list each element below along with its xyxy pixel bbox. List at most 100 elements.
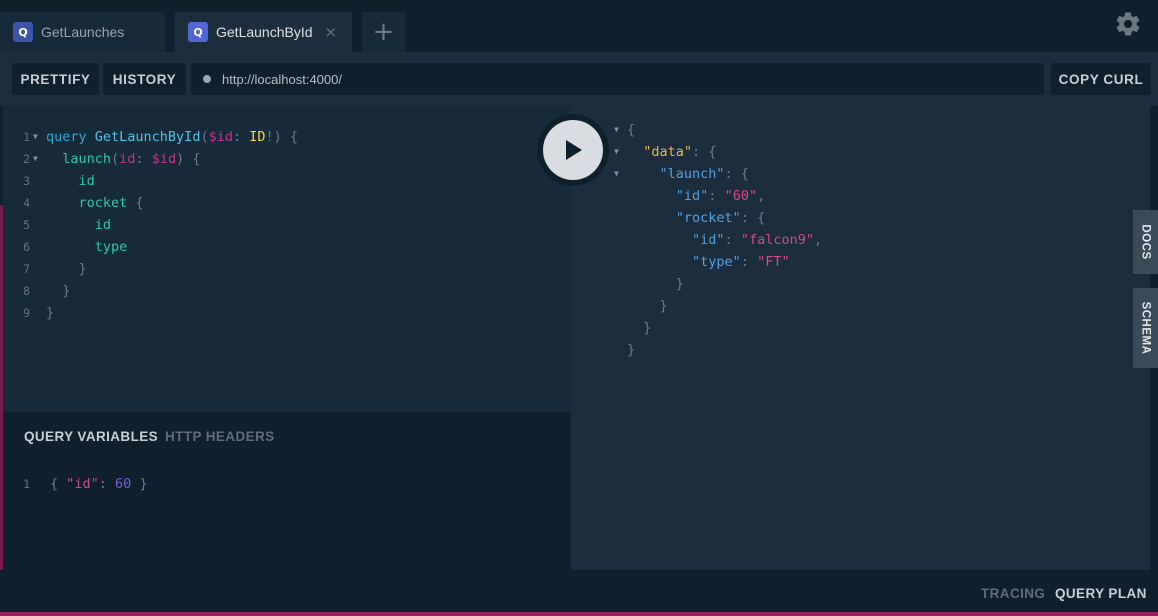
code-line: 5 id [3, 214, 571, 236]
code-token: : { [724, 166, 749, 182]
add-tab-button[interactable]: + [362, 12, 405, 52]
code-text: id [46, 214, 111, 236]
code-token: rocket [46, 195, 128, 211]
code-token: query [46, 129, 95, 145]
result-line: "id": "60", [571, 185, 1131, 207]
code-token: id [119, 151, 136, 167]
code-token: : [724, 232, 741, 248]
fold-arrow-icon[interactable]: ▼ [33, 126, 38, 148]
schema-tab[interactable]: SCHEMA [1133, 288, 1158, 368]
code-token: : { [740, 210, 766, 226]
code-token: "data" [643, 144, 693, 160]
code-line: 6 type [3, 236, 571, 258]
code-token: "launch" [659, 166, 725, 182]
result-text: "id": "falcon9", [627, 229, 822, 251]
code-token: $id [151, 151, 177, 167]
code-token: : [98, 476, 116, 492]
prettify-button[interactable]: PRETTIFY [12, 63, 99, 95]
query-icon: Q [13, 22, 33, 42]
query-icon: Q [188, 22, 208, 42]
code-token: } [46, 261, 87, 277]
tab-getlaunches[interactable]: Q GetLaunches [0, 12, 165, 52]
code-text: rocket { [46, 192, 144, 214]
result-text: "launch": { [627, 163, 749, 185]
code-token: "id" [692, 232, 725, 248]
code-line: 2 ▼ launch(id: $id) { [3, 148, 571, 170]
code-text: } [46, 302, 54, 324]
result-text: "type": "FT" [627, 251, 790, 273]
code-token: GetLaunchById [94, 129, 201, 145]
result-line: } [571, 273, 1131, 295]
code-token: , [813, 232, 823, 248]
code-token: } [627, 320, 652, 336]
run-query-button[interactable] [537, 114, 609, 186]
code-token: !) { [265, 129, 299, 145]
history-button[interactable]: HISTORY [103, 63, 186, 95]
result-line: ▼{ [571, 119, 1131, 141]
code-line: 4 rocket { [3, 192, 571, 214]
fold-arrow-icon[interactable]: ▼ [33, 148, 38, 170]
toolbar: PRETTIFY HISTORY http://localhost:4000/ … [0, 52, 1158, 106]
line-number: 3 [23, 174, 30, 188]
code-line: 1 { "id": 60 } [3, 473, 571, 495]
code-line: 9} [3, 302, 571, 324]
result-text: } [627, 295, 668, 317]
copy-curl-button[interactable]: COPY CURL [1051, 63, 1151, 95]
window-edge-bottom [0, 612, 1158, 616]
code-text: type [46, 236, 128, 258]
fold-arrow-icon[interactable]: ▼ [614, 119, 619, 141]
code-token: ) { [176, 151, 201, 167]
code-text: id [46, 170, 95, 192]
line-number: 9 [23, 306, 30, 320]
code-token: type [46, 239, 128, 255]
app-frame: Q GetLaunches Q GetLaunchById × + PRETTI… [0, 0, 1158, 616]
code-token: "id" [675, 188, 709, 204]
result-line: "type": "FT" [571, 251, 1131, 273]
code-token: ( [200, 129, 209, 145]
code-token: } [131, 476, 148, 492]
endpoint-url-input[interactable]: http://localhost:4000/ [191, 63, 1044, 95]
code-token: "FT" [757, 254, 790, 270]
line-number: 8 [23, 284, 30, 298]
variables-editor[interactable]: 1 { "id": 60 } [3, 473, 571, 495]
code-text: } [46, 280, 70, 302]
code-token: { [127, 195, 144, 211]
code-text: query GetLaunchById($id: ID!) { [46, 126, 298, 148]
tab-label: GetLaunches [41, 24, 125, 40]
result-text: } [627, 317, 651, 339]
docs-tab[interactable]: DOCS [1133, 210, 1158, 274]
code-line: 7 } [3, 258, 571, 280]
result-text: { [627, 119, 635, 141]
result-pane: ▼{▼ "data": {▼ "launch": { "id": "60", "… [571, 106, 1150, 570]
code-token: id [46, 217, 112, 233]
query-editor[interactable]: 1 ▼ query GetLaunchById($id: ID!) {2 ▼ laun… [3, 106, 571, 412]
code-token: : [135, 151, 152, 167]
code-token: : [740, 254, 758, 270]
code-token: { [627, 122, 636, 138]
schema-tab-label: SCHEMA [1139, 301, 1152, 355]
close-icon[interactable]: × [325, 23, 338, 41]
tab-getlaunchbyid[interactable]: Q GetLaunchById × [175, 12, 352, 52]
query-plan-tab[interactable]: QUERY PLAN [1055, 586, 1147, 601]
run-button-circle [543, 120, 603, 180]
result-line: } [571, 339, 1131, 361]
gear-icon[interactable] [1114, 10, 1142, 38]
code-text: { "id": 60 } [50, 473, 148, 495]
tracing-tab[interactable]: TRACING [981, 586, 1045, 601]
fold-arrow-icon[interactable]: ▼ [614, 141, 619, 163]
code-token: } [627, 342, 636, 358]
fold-arrow-icon[interactable]: ▼ [614, 163, 619, 185]
code-token: : [232, 129, 250, 145]
tab-bar: Q GetLaunches Q GetLaunchById × + [0, 0, 1158, 52]
result-line: ▼ "data": { [571, 141, 1131, 163]
tab-http-headers[interactable]: HTTP HEADERS [165, 429, 275, 444]
line-number: 4 [23, 196, 30, 210]
tab-query-variables[interactable]: QUERY VARIABLES [24, 429, 158, 444]
docs-tab-label: DOCS [1139, 224, 1152, 260]
code-line: 1 ▼ query GetLaunchById($id: ID!) { [3, 126, 571, 148]
variables-pane: QUERY VARIABLES HTTP HEADERS 1 { "id": 60… [3, 412, 571, 570]
code-token: "type" [692, 254, 741, 270]
